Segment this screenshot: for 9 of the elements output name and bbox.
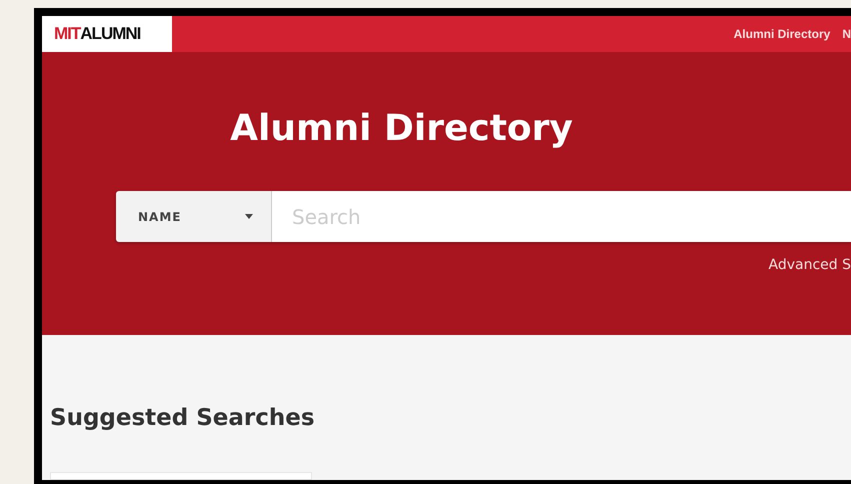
suggestion-card[interactable]: [50, 472, 312, 480]
page-title: Alumni Directory: [229, 108, 574, 149]
caret-icon: [245, 214, 253, 219]
advanced-search-link[interactable]: Advanced S: [768, 257, 851, 273]
section-heading: Suggested Searches: [50, 405, 316, 431]
search-type-dropdown[interactable]: NAME: [116, 191, 272, 242]
logo[interactable]: MITALUMNI: [42, 16, 172, 52]
nav-link[interactable]: N: [842, 27, 851, 41]
nav-link[interactable]: Alumni Directory: [734, 27, 830, 41]
